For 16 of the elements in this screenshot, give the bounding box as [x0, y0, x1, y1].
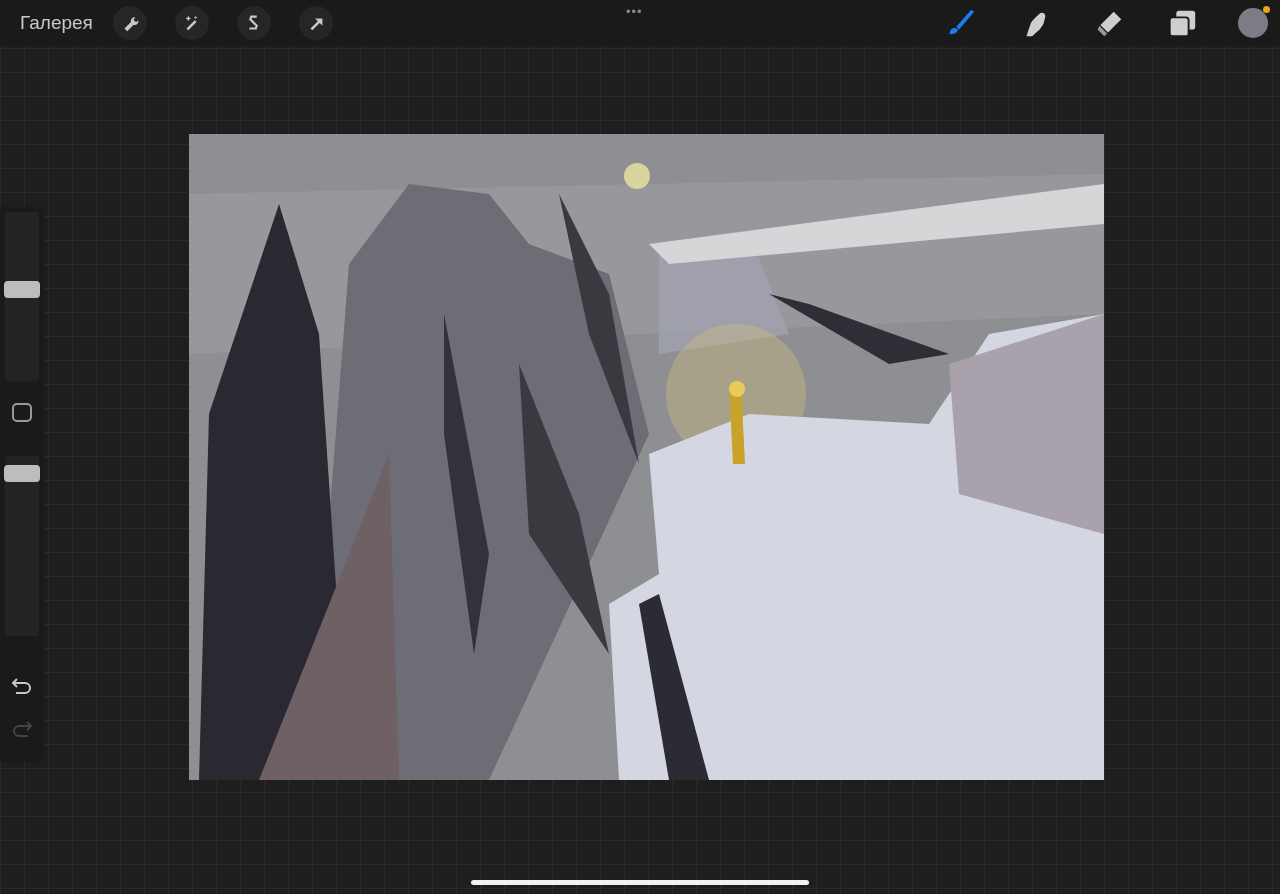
selection-button[interactable] — [236, 6, 271, 40]
gallery-button[interactable]: Галерея — [20, 12, 93, 34]
color-swatch[interactable] — [1238, 8, 1268, 38]
opacity-slider[interactable] — [5, 456, 39, 637]
redo-icon — [11, 719, 33, 738]
notification-dot — [1263, 6, 1270, 13]
slider-thumb[interactable] — [4, 465, 40, 483]
slider-thumb[interactable] — [4, 280, 40, 298]
undo-icon — [11, 676, 33, 695]
wrench-button[interactable] — [112, 6, 147, 40]
eyedropper-button[interactable] — [12, 403, 32, 423]
more-menu[interactable]: ••• — [626, 4, 643, 19]
wand-button[interactable] — [174, 6, 209, 40]
size-slider[interactable] — [5, 212, 39, 382]
undo-button[interactable] — [10, 676, 34, 696]
transform-button[interactable] — [298, 6, 333, 40]
